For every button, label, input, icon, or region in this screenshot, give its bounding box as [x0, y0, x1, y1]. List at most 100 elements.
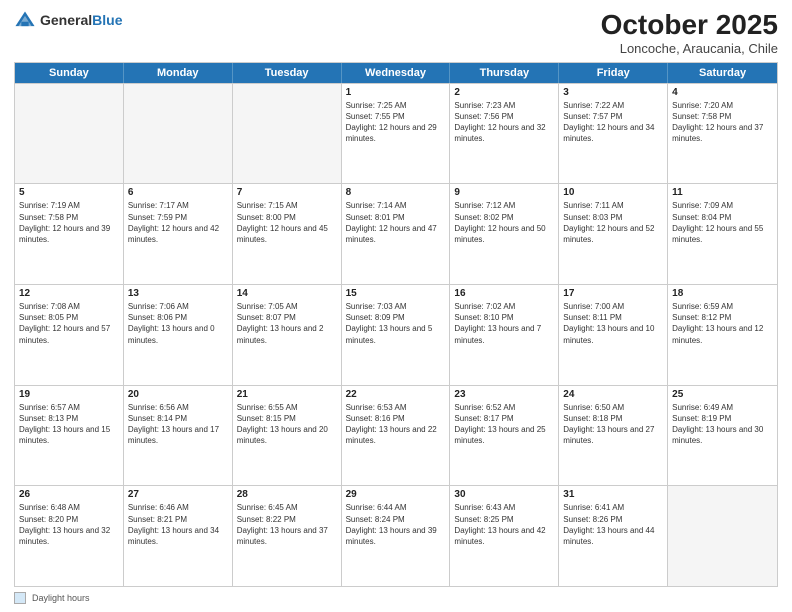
table-row: 15 Sunrise: 7:03 AMSunset: 8:09 PMDayligh… — [342, 285, 451, 385]
day-number: 16 — [454, 288, 554, 299]
table-row: 25 Sunrise: 6:49 AMSunset: 8:19 PMDayligh… — [668, 386, 777, 486]
day-number: 19 — [19, 389, 119, 400]
day-info: Sunrise: 7:22 AMSunset: 7:57 PMDaylight:… — [563, 100, 663, 145]
calendar-row-3: 12 Sunrise: 7:08 AMSunset: 8:05 PMDayligh… — [15, 284, 777, 385]
table-row: 9 Sunrise: 7:12 AMSunset: 8:02 PMDaylight… — [450, 184, 559, 284]
day-info: Sunrise: 7:08 AMSunset: 8:05 PMDaylight:… — [19, 301, 119, 346]
day-info: Sunrise: 6:48 AMSunset: 8:20 PMDaylight:… — [19, 502, 119, 547]
day-info: Sunrise: 7:11 AMSunset: 8:03 PMDaylight:… — [563, 200, 663, 245]
table-row: 31Sunrise: 6:41 AMSunset: 8:26 PMDayligh… — [559, 486, 668, 586]
header-cell-wednesday: Wednesday — [342, 63, 451, 83]
day-number: 4 — [672, 87, 773, 98]
day-number: 15 — [346, 288, 446, 299]
day-number: 7 — [237, 187, 337, 198]
table-row: 21 Sunrise: 6:55 AMSunset: 8:15 PMDayligh… — [233, 386, 342, 486]
table-row: 7Sunrise: 7:15 AMSunset: 8:00 PMDaylight… — [233, 184, 342, 284]
day-info: Sunrise: 7:05 AMSunset: 8:07 PMDaylight:… — [237, 301, 337, 346]
day-info: Sunrise: 6:55 AMSunset: 8:15 PMDaylight:… — [237, 402, 337, 447]
day-number: 8 — [346, 187, 446, 198]
day-number: 10 — [563, 187, 663, 198]
day-info: Sunrise: 6:49 AMSunset: 8:19 PMDaylight:… — [672, 402, 773, 447]
day-info: Sunrise: 7:12 AMSunset: 8:02 PMDaylight:… — [454, 200, 554, 245]
header-cell-monday: Monday — [124, 63, 233, 83]
header-cell-saturday: Saturday — [668, 63, 777, 83]
day-info: Sunrise: 6:59 AMSunset: 8:12 PMDaylight:… — [672, 301, 773, 346]
table-row — [15, 84, 124, 184]
table-row: 27 Sunrise: 6:46 AMSunset: 8:21 PMDayligh… — [124, 486, 233, 586]
table-row: 22 Sunrise: 6:53 AMSunset: 8:16 PMDayligh… — [342, 386, 451, 486]
day-number: 9 — [454, 187, 554, 198]
table-row — [233, 84, 342, 184]
day-info: Sunrise: 7:03 AMSunset: 8:09 PMDaylight:… — [346, 301, 446, 346]
location: Loncoche, Araucania, Chile — [601, 41, 778, 56]
calendar-row-1: 1 Sunrise: 7:25 AMSunset: 7:55 PMDaylight… — [15, 83, 777, 184]
table-row: 30Sunrise: 6:43 AMSunset: 8:25 PMDayligh… — [450, 486, 559, 586]
logo-general: General — [40, 12, 92, 28]
table-row: 24 Sunrise: 6:50 AMSunset: 8:18 PMDayligh… — [559, 386, 668, 486]
day-info: Sunrise: 6:45 AMSunset: 8:22 PMDaylight:… — [237, 502, 337, 547]
day-info: Sunrise: 6:43 AMSunset: 8:25 PMDaylight:… — [454, 502, 554, 547]
table-row: 18Sunrise: 6:59 AMSunset: 8:12 PMDayligh… — [668, 285, 777, 385]
day-number: 25 — [672, 389, 773, 400]
table-row: 12 Sunrise: 7:08 AMSunset: 8:05 PMDayligh… — [15, 285, 124, 385]
logo-icon — [14, 10, 36, 32]
day-info: Sunrise: 7:00 AMSunset: 8:11 PMDaylight:… — [563, 301, 663, 346]
table-row: 23Sunrise: 6:52 AMSunset: 8:17 PMDayligh… — [450, 386, 559, 486]
day-number: 29 — [346, 489, 446, 500]
table-row: 10 Sunrise: 7:11 AMSunset: 8:03 PMDayligh… — [559, 184, 668, 284]
table-row: 8Sunrise: 7:14 AMSunset: 8:01 PMDaylight… — [342, 184, 451, 284]
table-row — [668, 486, 777, 586]
day-info: Sunrise: 7:19 AMSunset: 7:58 PMDaylight:… — [19, 200, 119, 245]
table-row: 17 Sunrise: 7:00 AMSunset: 8:11 PMDayligh… — [559, 285, 668, 385]
day-info: Sunrise: 7:06 AMSunset: 8:06 PMDaylight:… — [128, 301, 228, 346]
table-row: 6 Sunrise: 7:17 AMSunset: 7:59 PMDaylight… — [124, 184, 233, 284]
table-row: 11Sunrise: 7:09 AMSunset: 8:04 PMDayligh… — [668, 184, 777, 284]
month-title: October 2025 — [601, 10, 778, 41]
table-row: 26 Sunrise: 6:48 AMSunset: 8:20 PMDayligh… — [15, 486, 124, 586]
table-row: 16 Sunrise: 7:02 AMSunset: 8:10 PMDayligh… — [450, 285, 559, 385]
table-row: 28 Sunrise: 6:45 AMSunset: 8:22 PMDayligh… — [233, 486, 342, 586]
day-info: Sunrise: 7:02 AMSunset: 8:10 PMDaylight:… — [454, 301, 554, 346]
day-info: Sunrise: 6:44 AMSunset: 8:24 PMDaylight:… — [346, 502, 446, 547]
day-number: 2 — [454, 87, 554, 98]
day-number: 1 — [346, 87, 446, 98]
day-info: Sunrise: 6:46 AMSunset: 8:21 PMDaylight:… — [128, 502, 228, 547]
logo-blue: Blue — [92, 12, 122, 28]
day-info: Sunrise: 7:25 AMSunset: 7:55 PMDaylight:… — [346, 100, 446, 145]
day-number: 24 — [563, 389, 663, 400]
day-number: 6 — [128, 187, 228, 198]
day-info: Sunrise: 6:57 AMSunset: 8:13 PMDaylight:… — [19, 402, 119, 447]
day-number: 22 — [346, 389, 446, 400]
calendar-row-2: 5 Sunrise: 7:19 AMSunset: 7:58 PMDaylight… — [15, 183, 777, 284]
table-row: 2 Sunrise: 7:23 AMSunset: 7:56 PMDaylight… — [450, 84, 559, 184]
logo-text: GeneralBlue — [40, 13, 122, 28]
day-info: Sunrise: 7:23 AMSunset: 7:56 PMDaylight:… — [454, 100, 554, 145]
day-number: 28 — [237, 489, 337, 500]
day-number: 5 — [19, 187, 119, 198]
header-cell-thursday: Thursday — [450, 63, 559, 83]
day-number: 14 — [237, 288, 337, 299]
day-number: 20 — [128, 389, 228, 400]
day-info: Sunrise: 6:41 AMSunset: 8:26 PMDaylight:… — [563, 502, 663, 547]
day-info: Sunrise: 6:56 AMSunset: 8:14 PMDaylight:… — [128, 402, 228, 447]
header-cell-sunday: Sunday — [15, 63, 124, 83]
table-row: 5 Sunrise: 7:19 AMSunset: 7:58 PMDaylight… — [15, 184, 124, 284]
day-number: 12 — [19, 288, 119, 299]
day-number: 26 — [19, 489, 119, 500]
day-number: 21 — [237, 389, 337, 400]
calendar-row-5: 26 Sunrise: 6:48 AMSunset: 8:20 PMDayligh… — [15, 485, 777, 586]
day-info: Sunrise: 7:17 AMSunset: 7:59 PMDaylight:… — [128, 200, 228, 245]
table-row: 1 Sunrise: 7:25 AMSunset: 7:55 PMDaylight… — [342, 84, 451, 184]
day-number: 17 — [563, 288, 663, 299]
day-number: 3 — [563, 87, 663, 98]
footer-box — [14, 592, 26, 604]
day-number: 27 — [128, 489, 228, 500]
calendar-body: 1 Sunrise: 7:25 AMSunset: 7:55 PMDaylight… — [15, 83, 777, 586]
header-cell-tuesday: Tuesday — [233, 63, 342, 83]
day-info: Sunrise: 6:53 AMSunset: 8:16 PMDaylight:… — [346, 402, 446, 447]
day-info: Sunrise: 6:50 AMSunset: 8:18 PMDaylight:… — [563, 402, 663, 447]
page: GeneralBlue October 2025 Loncoche, Arauc… — [0, 0, 792, 612]
day-info: Sunrise: 7:09 AMSunset: 8:04 PMDaylight:… — [672, 200, 773, 245]
table-row: 14 Sunrise: 7:05 AMSunset: 8:07 PMDayligh… — [233, 285, 342, 385]
table-row: 29 Sunrise: 6:44 AMSunset: 8:24 PMDayligh… — [342, 486, 451, 586]
